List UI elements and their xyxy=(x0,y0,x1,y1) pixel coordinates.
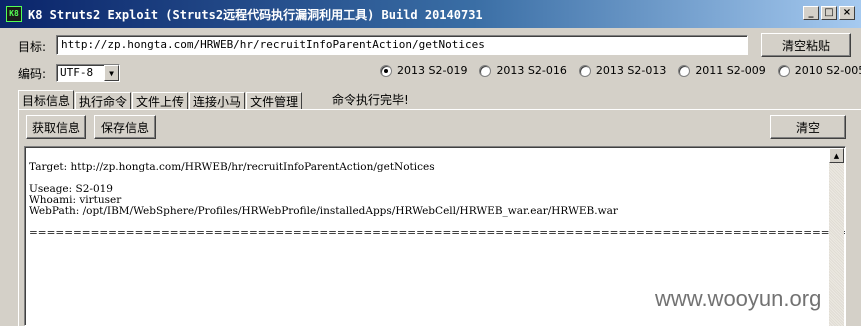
window-controls: _ □ × xyxy=(803,6,855,20)
target-url-input[interactable]: http://zp.hongta.com/HRWEB/hr/recruitInf… xyxy=(56,35,748,55)
radio-s2-013[interactable]: 2013 S2-013 xyxy=(578,64,667,77)
app-icon: K8 xyxy=(6,6,22,22)
tab-strip: 目标信息 执行命令 文件上传 连接小马 文件管理 xyxy=(18,90,303,110)
tab-target-info[interactable]: 目标信息 xyxy=(18,90,75,110)
window-title: K8 Struts2 Exploit (Struts2远程代码执行漏洞利用工具)… xyxy=(28,7,483,22)
radio-s2-009[interactable]: 2011 S2-009 xyxy=(678,64,766,77)
radio-button-icon[interactable] xyxy=(479,64,492,77)
output-line: Useage: S2-019 xyxy=(29,183,113,195)
get-info-button[interactable]: 获取信息 xyxy=(26,115,86,139)
radio-label: 2013 S2-016 xyxy=(496,64,567,77)
encoding-value: UTF-8 xyxy=(60,66,94,79)
radio-button-icon[interactable] xyxy=(678,64,691,77)
radio-label: 2010 S2-005 xyxy=(794,64,861,77)
save-info-button[interactable]: 保存信息 xyxy=(94,115,156,139)
radio-label: 2013 S2-013 xyxy=(595,64,667,77)
minimize-button[interactable]: _ xyxy=(803,6,819,20)
radio-label: 2013 S2-019 xyxy=(397,64,468,77)
clear-paste-button[interactable]: 清空粘贴 xyxy=(761,33,851,57)
vertical-scrollbar[interactable]: ▲ xyxy=(829,148,844,326)
radio-s2-005[interactable]: 2010 S2-005 xyxy=(777,64,861,77)
chevron-down-icon[interactable]: ▼ xyxy=(104,65,119,81)
radio-button-icon[interactable] xyxy=(578,64,591,77)
radio-button-icon[interactable] xyxy=(777,64,790,77)
maximize-button[interactable]: □ xyxy=(821,6,837,20)
tab-file-upload[interactable]: 文件上传 xyxy=(132,92,189,110)
radio-s2-016[interactable]: 2013 S2-016 xyxy=(479,64,567,77)
title-bar: K8 K8 Struts2 Exploit (Struts2远程代码执行漏洞利用… xyxy=(0,0,861,28)
output-line: ========================================… xyxy=(29,227,845,239)
clear-button[interactable]: 清空 xyxy=(770,115,846,139)
tab-connect-webshell[interactable]: 连接小马 xyxy=(189,92,246,110)
output-line: Target: http://zp.hongta.com/HRWEB/hr/re… xyxy=(29,161,435,173)
watermark: www.wooyun.org xyxy=(655,286,822,311)
close-button[interactable]: × xyxy=(839,6,855,20)
tab-execute-command[interactable]: 执行命令 xyxy=(75,92,132,110)
exploit-radio-group: 2013 S2-019 2013 S2-016 2013 S2-013 2011… xyxy=(380,64,861,77)
radio-button-icon[interactable] xyxy=(380,64,392,77)
target-label: 目标: xyxy=(18,40,47,54)
radio-s2-019[interactable]: 2013 S2-019 xyxy=(380,64,467,77)
output-line: WebPath: /opt/IBM/WebSphere/Profiles/HRW… xyxy=(29,205,618,217)
encoding-label: 编码: xyxy=(18,67,47,81)
status-text: 命令执行完毕! xyxy=(332,93,409,107)
radio-label: 2011 S2-009 xyxy=(695,64,766,77)
tab-file-manager[interactable]: 文件管理 xyxy=(246,92,303,110)
encoding-select[interactable]: UTF-8 ▼ xyxy=(56,64,120,82)
scroll-up-arrow-icon[interactable]: ▲ xyxy=(829,148,844,163)
